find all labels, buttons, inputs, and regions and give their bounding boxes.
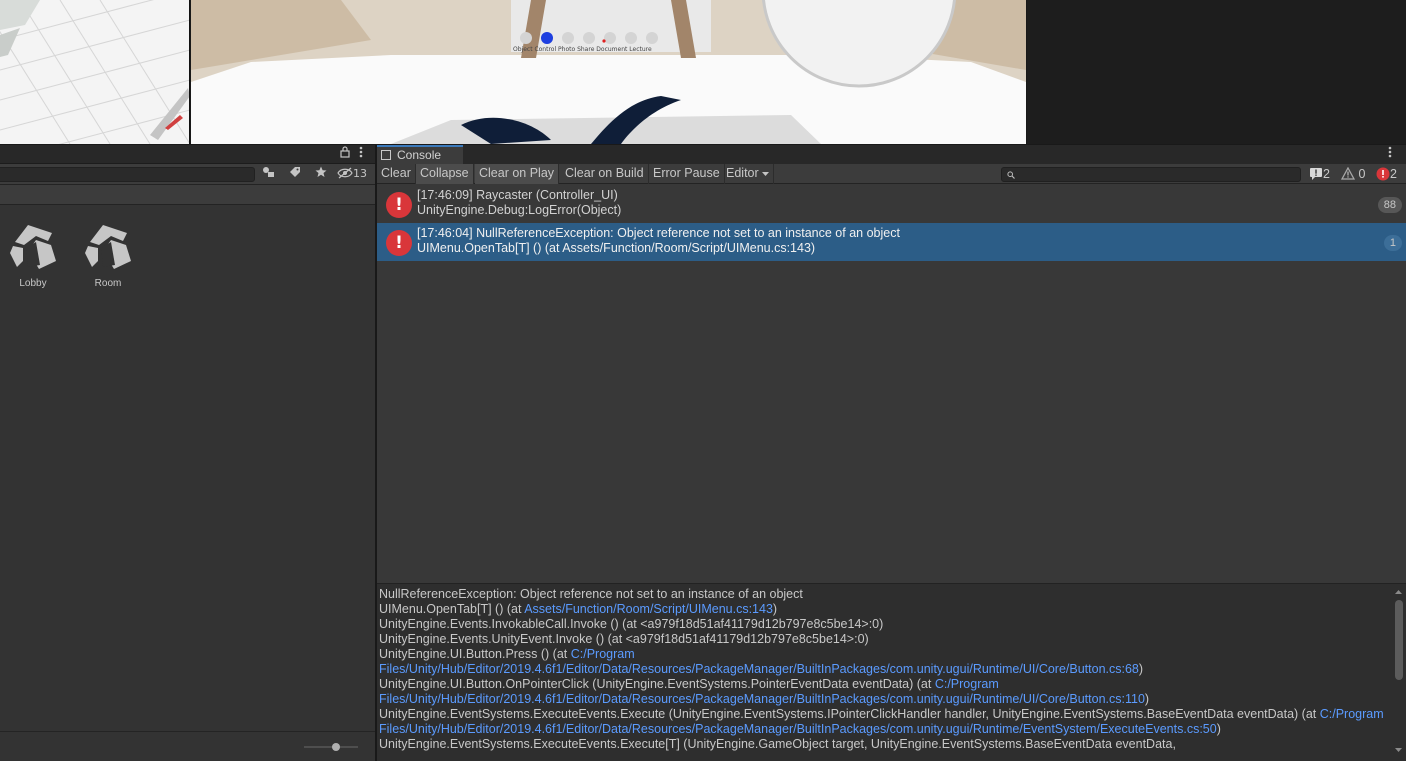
stack-line-text: )	[1138, 662, 1144, 676]
warning-count: 0	[1358, 167, 1366, 181]
console-menu-icon[interactable]	[1383, 146, 1397, 162]
scene-asset-room[interactable]: Room	[78, 221, 138, 289]
log-entry-count-badge: 1	[1383, 235, 1402, 251]
log-entry-stack: UIMenu.OpenTab[T] () (at Assets/Function…	[417, 241, 816, 255]
source-link[interactable]: Files/Unity/Hub/Editor/2019.4.6f1/Editor…	[379, 722, 1217, 736]
error-icon: !	[386, 192, 412, 218]
clear-on-play-toggle[interactable]: Clear on Play	[475, 164, 560, 184]
project-footer	[0, 731, 375, 761]
console-panel: Console Clear Collapse Clear on Play Cle…	[377, 145, 1406, 761]
search-icon	[1007, 171, 1015, 179]
stack-trace-text[interactable]: NullReferenceException: Object reference…	[379, 587, 1389, 752]
project-breadcrumb	[0, 185, 375, 205]
scrollbar-thumb[interactable]	[1395, 600, 1403, 680]
panel-menu-icon[interactable]	[354, 146, 368, 162]
error-icon: !	[386, 230, 412, 256]
log-entry-message: [17:46:09] Raycaster (Controller_UI)	[417, 188, 618, 202]
stack-line-text: )	[1144, 692, 1150, 706]
project-search-input[interactable]	[0, 167, 255, 182]
tab-console[interactable]: Console	[377, 145, 463, 164]
stack-line: UnityEngine.EventSystems.ExecuteEvents.E…	[379, 707, 1389, 722]
stack-line: NullReferenceException: Object reference…	[379, 587, 803, 601]
stack-line-text: )	[1216, 722, 1221, 736]
unity-scene-icon	[10, 225, 56, 269]
lock-icon[interactable]	[338, 146, 352, 162]
warning-count-toggle[interactable]: 0	[1340, 166, 1366, 182]
stack-line-text: UIMenu.OpenTab[T] () (at	[379, 602, 525, 616]
game-view[interactable]: Object Control Photo Share Document Lect…	[191, 0, 1026, 144]
eye-slash-icon	[337, 167, 353, 179]
empty-view-area	[1027, 0, 1406, 144]
info-icon	[1310, 168, 1322, 180]
collapse-toggle[interactable]: Collapse	[416, 164, 474, 184]
console-tabbar: Console	[377, 145, 1406, 164]
stack-line: Files/Unity/Hub/Editor/2019.4.6f1/Editor…	[379, 662, 1389, 677]
stack-line-text: UnityEngine.EventSystems.ExecuteEvents.E…	[379, 707, 1320, 721]
stack-line: Files/Unity/Hub/Editor/2019.4.6f1/Editor…	[379, 692, 1389, 707]
source-link[interactable]: C:/Program	[571, 647, 635, 661]
project-toolbar: 13	[0, 164, 375, 185]
detail-scrollbar[interactable]	[1393, 588, 1404, 758]
hidden-packages-count: 13	[353, 167, 367, 180]
source-link[interactable]: C:/Program	[1320, 707, 1384, 721]
editor-dropdown-label: Editor	[726, 166, 759, 180]
stack-line: Files/Unity/Hub/Editor/2019.4.6f1/Editor…	[379, 722, 1389, 737]
favorites-star-icon[interactable]	[312, 166, 330, 182]
stack-line: UnityEngine.Events.InvokableCall.Invoke …	[379, 617, 884, 631]
clear-button[interactable]: Clear	[377, 164, 416, 184]
info-count-toggle[interactable]: 2	[1309, 166, 1330, 182]
error-icon	[1376, 167, 1390, 181]
project-tabbar	[0, 145, 375, 164]
game-toolbar-caption: Object Control Photo Share Document Lect…	[513, 46, 652, 53]
scene-asset-lobby[interactable]: Lobby	[3, 221, 63, 289]
viewport-area: Object Control Photo Share Document Lect…	[0, 0, 1406, 144]
console-toolbar: Clear Collapse Clear on Play Clear on Bu…	[377, 164, 1406, 184]
hidden-packages-toggle[interactable]: 13	[337, 166, 373, 182]
stack-line: UnityEngine.EventSystems.ExecuteEvents.E…	[379, 737, 1176, 751]
scene-grid-graphic	[0, 0, 189, 144]
console-tab-label: Console	[397, 148, 442, 162]
chevron-down-icon	[761, 172, 769, 176]
console-tab-icon	[381, 150, 391, 160]
game-room-graphic: Object Control Photo Share Document Lect…	[191, 0, 1026, 144]
log-entry-stack: UnityEngine.Debug:LogError(Object)	[417, 203, 622, 217]
stack-trace-detail[interactable]: NullReferenceException: Object reference…	[377, 583, 1406, 761]
stack-line: UnityEngine.UI.Button.OnPointerClick (Un…	[379, 677, 1389, 692]
stack-line: UnityEngine.Events.UnityEvent.Invoke () …	[379, 632, 869, 646]
editor-dropdown[interactable]: Editor	[722, 164, 774, 184]
stack-line-text: UnityEngine.UI.Button.OnPointerClick (Un…	[379, 677, 935, 691]
filter-by-type-icon[interactable]	[260, 166, 278, 182]
warning-icon	[1340, 166, 1356, 180]
error-count: 2	[1390, 167, 1397, 181]
icon-size-slider[interactable]	[302, 742, 362, 752]
asset-label: Room	[94, 278, 122, 289]
source-link[interactable]: Files/Unity/Hub/Editor/2019.4.6f1/Editor…	[379, 692, 1145, 706]
filter-by-label-icon[interactable]	[286, 166, 304, 182]
unity-scene-icon	[85, 225, 131, 269]
log-entry-selected[interactable]: ! [17:46:04] NullReferenceException: Obj…	[377, 223, 1406, 261]
source-link[interactable]: C:/Program	[935, 677, 999, 691]
clear-on-build-toggle[interactable]: Clear on Build	[561, 164, 649, 184]
stack-line: UnityEngine.UI.Button.Press () (at C:/Pr…	[379, 647, 1389, 662]
log-entry-count-badge: 88	[1377, 197, 1402, 213]
source-link[interactable]: Files/Unity/Hub/Editor/2019.4.6f1/Editor…	[379, 662, 1139, 676]
scene-view[interactable]	[0, 0, 190, 144]
log-entry[interactable]: ! [17:46:09] Raycaster (Controller_UI) U…	[377, 185, 1406, 223]
asset-label: Lobby	[19, 278, 47, 289]
error-count-toggle[interactable]: 2	[1376, 166, 1397, 182]
console-search-input[interactable]	[1001, 167, 1301, 182]
console-log-list[interactable]: ! [17:46:09] Raycaster (Controller_UI) U…	[377, 185, 1406, 583]
stack-line-text: UnityEngine.UI.Button.Press () (at	[379, 647, 571, 661]
source-link[interactable]: Assets/Function/Room/Script/UIMenu.cs:14…	[524, 602, 773, 616]
log-entry-message: [17:46:04] NullReferenceException: Objec…	[417, 226, 900, 240]
stack-line: UIMenu.OpenTab[T] () (at Assets/Function…	[379, 602, 1389, 617]
stack-line-text: )	[772, 602, 778, 616]
error-pause-toggle[interactable]: Error Pause	[649, 164, 725, 184]
project-panel: 13 Lobby Room	[0, 145, 375, 761]
info-count: 2	[1323, 167, 1330, 181]
